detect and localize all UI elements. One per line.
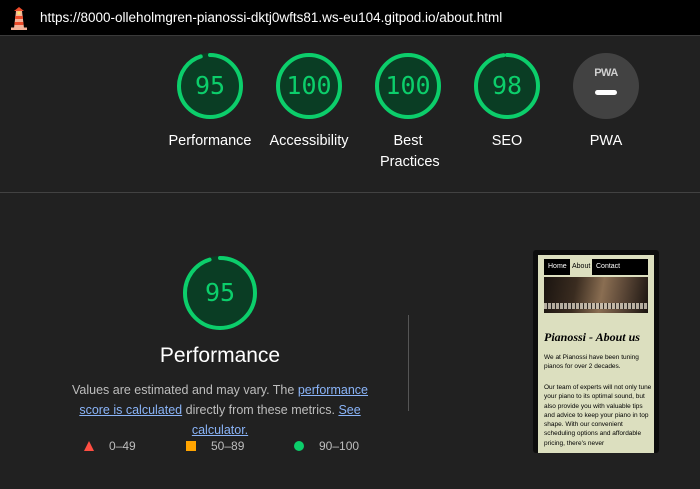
lighthouse-icon [10, 6, 28, 30]
gauge-label: Best Practices [380, 133, 440, 170]
vertical-divider [408, 315, 409, 411]
gauge-best-practices[interactable]: 100 Best Practices [358, 52, 458, 173]
score-ring: 100 [275, 52, 343, 120]
performance-score: 95 [204, 278, 236, 307]
nav-home: Home [548, 263, 567, 270]
score-ring: 100 [374, 52, 442, 120]
score-value: 98 [491, 71, 523, 100]
pwa-dash-icon [595, 90, 617, 95]
score-ring: 95 [176, 52, 244, 120]
red-triangle-icon [84, 441, 94, 451]
gauge-accessibility[interactable]: 100 Accessibility [259, 52, 359, 152]
score-value: 100 [286, 71, 332, 100]
gauge-label: SEO [491, 133, 523, 149]
performance-description: Values are estimated and may vary. The p… [55, 380, 385, 440]
performance-title: Performance [159, 344, 281, 367]
gauge-pwa[interactable]: PWA PWA [556, 52, 656, 152]
page-url[interactable]: https://8000-olleholmgren-pianossi-dktj0… [40, 10, 502, 25]
screenshot-paragraph: We at Pianossi have been tuning pianos f… [544, 354, 639, 370]
desc-text: Values are estimated and may vary. The [72, 383, 298, 397]
nav-about: About [570, 259, 593, 275]
piano-keys [544, 303, 648, 309]
pwa-badge: PWA [573, 53, 639, 119]
screenshot-nav: Home About Contact [544, 259, 648, 275]
score-value: 95 [194, 71, 226, 100]
screenshot-title: Pianossi - About us [544, 330, 640, 344]
desc-text: directly from these metrics. [182, 403, 339, 417]
section-divider [0, 192, 700, 193]
screenshot-paragraph: Our team of experts will not only tune y… [544, 384, 652, 447]
legend-range: 0–49 [109, 439, 136, 453]
nav-contact: Contact [596, 263, 621, 270]
performance-gauge-large: 95 [182, 255, 258, 331]
screenshot-page: Home About Contact Pianossi - About us W… [538, 255, 654, 453]
url-bar: https://8000-olleholmgren-pianossi-dktj0… [0, 0, 700, 36]
green-circle-icon [294, 441, 304, 451]
orange-square-icon [186, 441, 196, 451]
gauge-label: Performance [168, 133, 252, 149]
legend-range: 90–100 [319, 439, 360, 453]
gauge-label: Accessibility [269, 133, 349, 149]
score-ring: 98 [473, 52, 541, 120]
pwa-badge-text: PWA [594, 67, 618, 79]
final-screenshot[interactable]: Home About Contact Pianossi - About us W… [533, 250, 659, 453]
score-value: 100 [385, 71, 431, 100]
gauge-label: PWA [589, 133, 623, 149]
gauge-seo[interactable]: 98 SEO [457, 52, 557, 152]
piano-hero-image [544, 277, 648, 313]
gauge-performance[interactable]: 95 Performance [160, 52, 260, 152]
legend-range: 50–89 [211, 439, 245, 453]
